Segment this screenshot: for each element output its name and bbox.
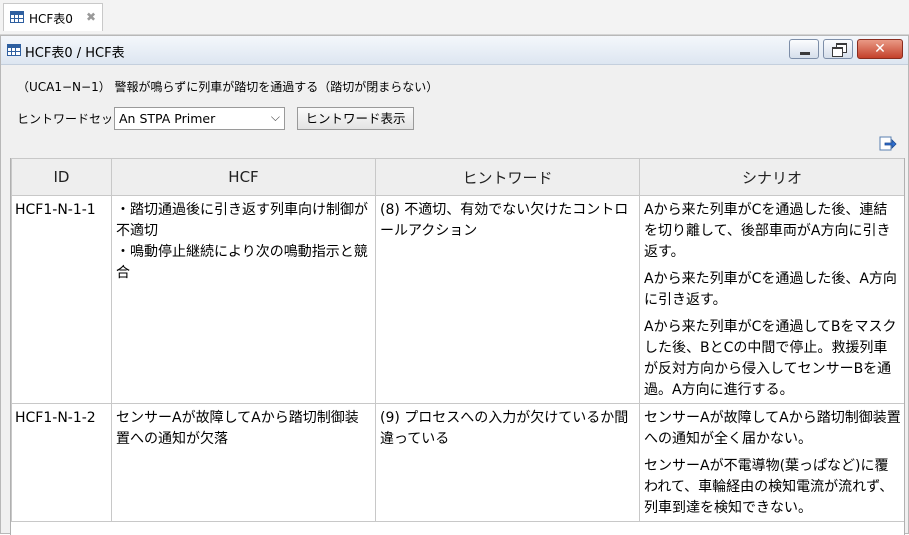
cell-hintword[interactable]: (8) 不適切、有効でない欠けたコントロールアクション: [375, 195, 640, 404]
column-header-scenario[interactable]: シナリオ: [639, 158, 904, 196]
hcf-item: ・踏切通過後に引き返す列車向け制御が不適切: [116, 202, 368, 239]
minimize-button[interactable]: [789, 39, 819, 59]
hintset-selected-value: An STPA Primer: [119, 111, 216, 126]
export-icon[interactable]: [879, 134, 897, 152]
scenario-item: Aから来た列車がCを通過した後、連結を切り離して、後部車両がA方向に引き返す。: [644, 202, 891, 260]
tab-hcf-table[interactable]: HCF表0 ✖: [3, 3, 103, 31]
hintset-label: ヒントワードセット: [17, 112, 126, 126]
hcf-table-window: HCF表0 / HCF表 ✕ （UCA1−N−1） 警報が鳴らずに列車が踏切を通…: [0, 35, 909, 535]
tab-strip: HCF表0 ✖: [0, 0, 909, 35]
chevron-down-icon: ⌵: [270, 110, 280, 124]
scenario-item: センサーAが不電導物(葉っぱなど)に覆われて、車輪経由の検知電流が流れず、列車到…: [644, 458, 894, 516]
hcf-item: センサーAが故障してAから踏切制御装置への通知が欠落: [116, 410, 359, 447]
scenario-item: Aから来た列車がCを通過した後、A方向に引き返す。: [644, 271, 897, 308]
scenario-item: センサーAが故障してAから踏切制御装置への通知が全く届かない。: [644, 410, 901, 447]
cell-hintword[interactable]: (9) プロセスへの入力が欠けているか間違っている: [375, 403, 640, 522]
cell-scenario[interactable]: センサーAが故障してAから踏切制御装置への通知が全く届かない。 センサーAが不電…: [639, 403, 904, 522]
cell-hcf[interactable]: ・踏切通過後に引き返す列車向け制御が不適切 ・鳴動停止継続により次の鳴動指示と競…: [111, 195, 376, 404]
scenario-item: Aから来た列車がCを通過してBをマスクした後、BとCの中間で停止。救援列車が反対…: [644, 319, 897, 398]
cell-scenario[interactable]: Aから来た列車がCを通過した後、連結を切り離して、後部車両がA方向に引き返す。 …: [639, 195, 904, 404]
hintset-select[interactable]: An STPA Primer ⌵: [114, 107, 285, 130]
window-titlebar[interactable]: HCF表0 / HCF表 ✕: [1, 36, 908, 65]
uca-description: （UCA1−N−1） 警報が鳴らずに列車が踏切を通過する（踏切が閉まらない）: [17, 80, 439, 94]
cell-id[interactable]: HCF1-N-1-2: [11, 403, 112, 522]
restore-button[interactable]: [823, 39, 853, 59]
window-title: HCF表0 / HCF表: [25, 46, 125, 61]
cell-hcf[interactable]: センサーAが故障してAから踏切制御装置への通知が欠落: [111, 403, 376, 522]
close-icon: ✕: [874, 41, 886, 57]
show-hintwords-button[interactable]: ヒントワード表示: [297, 107, 414, 130]
table-row[interactable]: HCF1-N-1-2 センサーAが故障してAから踏切制御装置への通知が欠落 (9…: [11, 403, 904, 522]
table-header-row: ID HCF ヒントワード シナリオ: [11, 158, 904, 196]
close-tab-icon[interactable]: ✖: [86, 10, 96, 24]
column-header-hcf[interactable]: HCF: [111, 158, 376, 196]
column-header-hintword[interactable]: ヒントワード: [375, 158, 640, 196]
table-row[interactable]: HCF1-N-1-1 ・踏切通過後に引き返す列車向け制御が不適切 ・鳴動停止継続…: [11, 195, 904, 404]
tab-label: HCF表0: [29, 12, 73, 26]
cell-id[interactable]: HCF1-N-1-1: [11, 195, 112, 404]
table-icon: [10, 11, 24, 23]
column-header-id[interactable]: ID: [11, 158, 112, 196]
table-icon: [7, 44, 21, 56]
hcf-item: ・鳴動停止継続により次の鳴動指示と競合: [116, 244, 368, 281]
close-button[interactable]: ✕: [857, 39, 903, 59]
hcf-table: ID HCF ヒントワード シナリオ HCF1-N-1-1 ・踏切通過後に引き返…: [10, 158, 905, 535]
